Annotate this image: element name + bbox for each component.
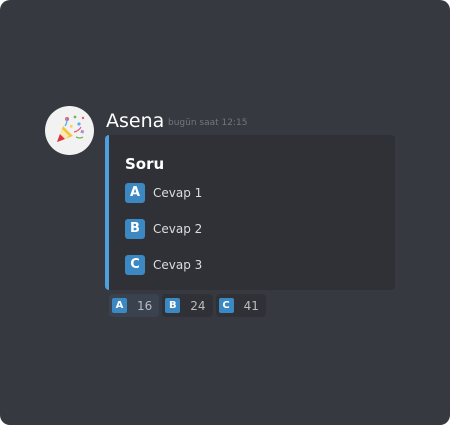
letter-a-icon: A	[112, 298, 127, 313]
reaction-count: 24	[190, 298, 206, 313]
letter-a-icon: A	[125, 183, 145, 203]
letter-c-icon: C	[218, 298, 234, 313]
reaction-count: 41	[243, 298, 259, 313]
message-timestamp: bugün saat 12:15	[168, 118, 248, 128]
reaction-c[interactable]: C 41	[215, 294, 266, 317]
reaction-b[interactable]: B 24	[162, 294, 213, 317]
poll-option: C Cevap 3	[125, 255, 202, 275]
chat-window: Asena bugün saat 12:15 Soru A Cevap 1 B …	[0, 0, 450, 425]
letter-b-icon: B	[165, 298, 181, 313]
embed-accent-bar	[105, 135, 109, 290]
reaction-a[interactable]: A 16	[109, 294, 160, 317]
poll-embed: Soru A Cevap 1 B Cevap 2 C Cevap 3	[105, 135, 395, 290]
option-label: Cevap 2	[153, 222, 203, 236]
poll-option: A Cevap 1	[125, 183, 202, 203]
poll-option: B Cevap 2	[125, 219, 202, 239]
avatar[interactable]	[45, 106, 94, 155]
option-label: Cevap 3	[153, 258, 203, 272]
party-popper-icon	[57, 115, 85, 142]
author-name[interactable]: Asena	[106, 109, 164, 133]
letter-c-icon: C	[125, 255, 145, 275]
embed-title: Soru	[125, 155, 165, 173]
reaction-count: 16	[137, 298, 153, 313]
reaction-bar: A 16 B 24 C 41	[109, 294, 269, 317]
letter-b-icon: B	[125, 219, 145, 239]
option-label: Cevap 1	[153, 186, 203, 200]
